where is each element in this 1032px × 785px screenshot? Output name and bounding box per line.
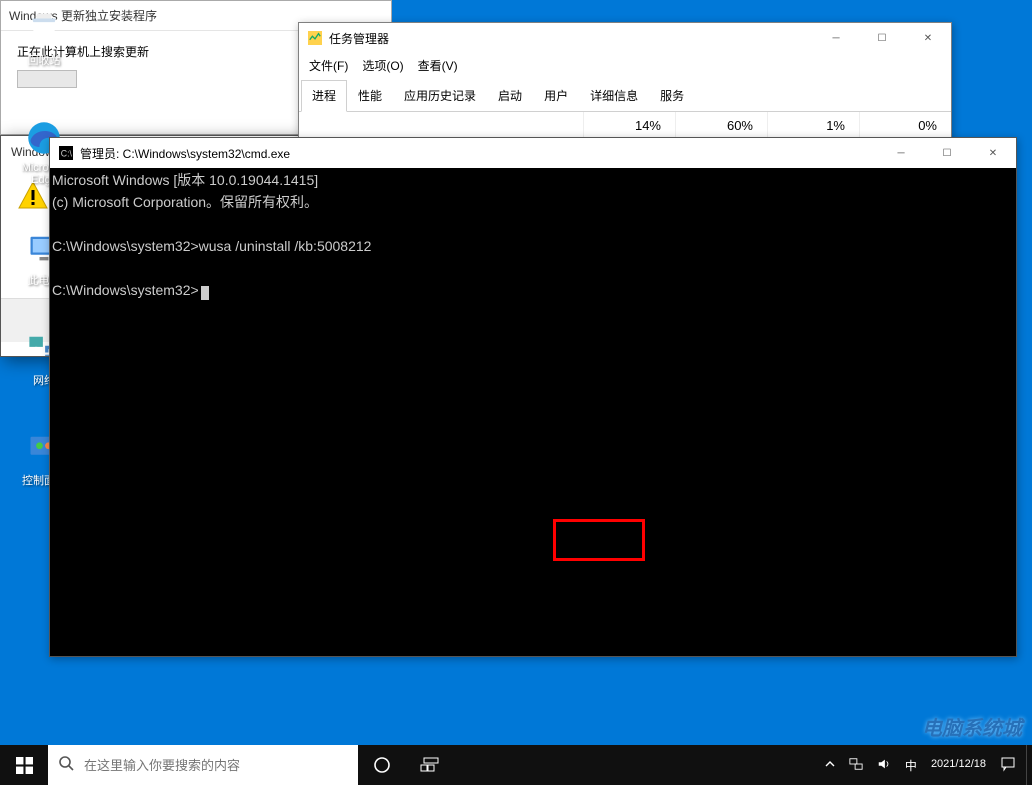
- maximize-button[interactable]: ☐: [924, 138, 970, 168]
- cpu-percent[interactable]: 14%: [583, 112, 675, 138]
- icon-label: 回收站: [16, 52, 72, 68]
- search-icon: [58, 755, 74, 776]
- tray-volume-icon[interactable]: [877, 757, 891, 774]
- taskbar-search[interactable]: [48, 745, 358, 785]
- tab-performance[interactable]: 性能: [347, 80, 393, 111]
- cortana-button[interactable]: [358, 745, 406, 785]
- close-button[interactable]: ✕: [905, 23, 951, 53]
- taskmgr-header-row: 14% 60% 1% 0%: [299, 112, 951, 138]
- menu-view[interactable]: 查看(V): [418, 57, 458, 74]
- watermark: 电脑系统城: [922, 712, 1022, 741]
- window-title: 任务管理器: [329, 30, 389, 47]
- tray-chevron-up-icon[interactable]: [825, 759, 835, 772]
- show-desktop-button[interactable]: [1026, 745, 1032, 785]
- search-input[interactable]: [84, 758, 348, 773]
- tray-ime-icon[interactable]: 中: [905, 757, 917, 774]
- recycle-bin-icon: [24, 8, 64, 48]
- menu-bar: 文件(F) 选项(O) 查看(V): [299, 53, 951, 80]
- tab-startup[interactable]: 启动: [487, 80, 533, 111]
- tab-processes[interactable]: 进程: [301, 80, 347, 112]
- tab-details[interactable]: 详细信息: [579, 80, 649, 111]
- mem-percent[interactable]: 60%: [675, 112, 767, 138]
- svg-text:C:\: C:\: [61, 149, 73, 159]
- taskbar-clock[interactable]: 2021/12/18: [931, 758, 986, 771]
- maximize-button[interactable]: ☐: [859, 23, 905, 53]
- taskmgr-tabs: 进程 性能 应用历史记录 启动 用户 详细信息 服务: [299, 80, 951, 112]
- disk-percent[interactable]: 1%: [767, 112, 859, 138]
- tab-users[interactable]: 用户: [533, 80, 579, 111]
- cmd-icon: C:\: [58, 145, 74, 161]
- action-center-icon[interactable]: [1000, 756, 1016, 775]
- desktop-icon-recycle-bin[interactable]: 回收站: [16, 8, 72, 68]
- cursor: [201, 286, 209, 300]
- close-button[interactable]: ✕: [970, 138, 1016, 168]
- cmd-window[interactable]: C:\ 管理员: C:\Windows\system32\cmd.exe ─ ☐…: [49, 137, 1017, 657]
- taskmgr-icon: [307, 30, 323, 46]
- window-title: 管理员: C:\Windows\system32\cmd.exe: [80, 145, 290, 162]
- tab-services[interactable]: 服务: [649, 80, 695, 111]
- menu-options[interactable]: 选项(O): [362, 57, 403, 74]
- tray-network-icon[interactable]: [849, 757, 863, 774]
- cmd-output[interactable]: Microsoft Windows [版本 10.0.19044.1415] (…: [50, 168, 1016, 656]
- tab-app-history[interactable]: 应用历史记录: [393, 80, 487, 111]
- minimize-button[interactable]: ─: [878, 138, 924, 168]
- task-manager-titlebar[interactable]: 任务管理器 ─ ☐ ✕: [299, 23, 951, 53]
- task-view-button[interactable]: [406, 745, 454, 785]
- system-tray: 中 2021/12/18: [815, 745, 1026, 785]
- progress-bar: [17, 70, 77, 88]
- start-button[interactable]: [0, 745, 48, 785]
- taskbar: 中 2021/12/18: [0, 745, 1032, 785]
- net-percent[interactable]: 0%: [859, 112, 951, 138]
- minimize-button[interactable]: ─: [813, 23, 859, 53]
- cmd-titlebar[interactable]: C:\ 管理员: C:\Windows\system32\cmd.exe ─ ☐…: [50, 138, 1016, 168]
- menu-file[interactable]: 文件(F): [309, 57, 348, 74]
